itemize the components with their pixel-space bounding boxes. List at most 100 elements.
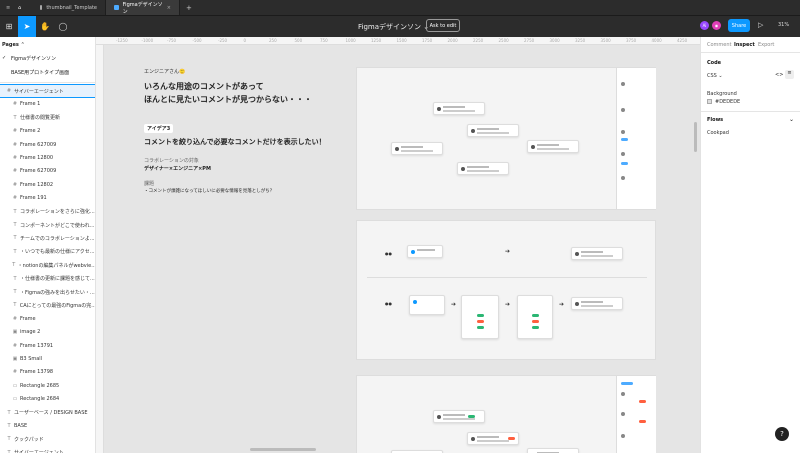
layer-item[interactable]: # Frame 12800 [0,152,95,164]
text-layer-icon: T [13,289,17,295]
tab-inspect[interactable]: Inspect [734,42,755,48]
move-tool-icon[interactable]: ➤ [18,15,36,38]
ruler-mark: 2750 [524,38,535,43]
canvas[interactable]: エンジニアさん🙂 いろんな用途のコメントがあって ほんとに見たいコメントが見つか… [104,45,700,453]
horizontal-scrollbar[interactable] [250,448,316,451]
close-icon[interactable]: × [167,5,171,11]
pages-heading[interactable]: Pages ⌃ [2,42,25,48]
frame-layer-icon: # [12,101,18,108]
layer-item[interactable]: T 仕様書の閲覧更新 [0,112,95,124]
layer-item[interactable]: T BASE [0,420,95,432]
layer-label: Frame 13791 [20,342,54,349]
comment-card[interactable] [457,162,509,175]
filter-step[interactable] [461,295,499,339]
ask-to-edit-button[interactable]: Ask to edit [426,19,460,32]
comment-card[interactable] [467,432,519,445]
list-view-icon[interactable]: ≡ [785,70,794,79]
layer-item[interactable]: ▣ image 2 [0,326,95,338]
ruler-mark: 2500 [498,38,509,43]
comment-card[interactable] [433,102,485,115]
tab-thumbnail-template[interactable]: thumbnail_Template [32,0,106,15]
comment-card[interactable] [571,297,623,310]
avatar[interactable]: Ai [700,21,709,30]
layer-item[interactable]: T コンポーネントがどこで使われ... [0,219,95,231]
tab-comment[interactable]: Comment [707,42,732,48]
shape-layer-icon: ▣ [12,356,18,362]
page-item-base-prototype[interactable]: BASE用プロトタイプ画面 [11,69,69,76]
ruler-mark: 3000 [549,38,560,43]
file-icon [114,5,119,10]
frame-layer-icon: # [12,369,18,376]
shape-layer-icon: ▭ [12,396,18,403]
layer-item[interactable]: # Frame 13798 [0,366,95,378]
comment-card[interactable] [391,142,443,155]
layer-item[interactable]: # Frame 627009 [0,165,95,177]
layer-item[interactable]: # Frame 191 [0,192,95,204]
layer-item[interactable]: T コラボレーションをさらに強化... [0,206,95,218]
ruler-mark: 3500 [600,38,611,43]
zoom-level[interactable]: 31% [778,22,789,28]
filter-step[interactable] [409,295,445,315]
text-layer-icon: T [13,222,17,228]
layer-item[interactable]: # Frame 12802 [0,179,95,191]
code-language-select[interactable]: CSS ⌄ [707,73,723,79]
layer-label: サイバーエージェント [14,449,64,453]
layer-label: Rectangle 2685 [20,382,60,389]
share-button[interactable]: Share [728,19,750,32]
layer-item[interactable]: ▭ Rectangle 2684 [0,393,95,405]
tab-export[interactable]: Export [758,42,774,48]
layer-item[interactable]: T CAにとっての最強のFigmaの完... [0,299,95,311]
layer-item[interactable]: # Frame 2 [0,125,95,137]
chevron-down-icon[interactable]: ⌄ [789,116,794,123]
home-icon[interactable]: ⌂ [12,0,32,15]
layer-item[interactable]: # Frame 13791 [0,340,95,352]
layers-panel: Pages ⌃ ✓ Figmaデザインソン BASE用プロトタイプ画面 # サイバ… [0,37,96,453]
filter-step[interactable] [517,295,553,339]
layer-label: チームでのコラボレーションよ... [20,235,95,242]
figma-menu-icon[interactable]: ≡ [0,0,12,15]
layer-item[interactable]: T チームでのコラボレーションよ... [0,232,95,244]
text-layer-icon: T [13,235,17,242]
avatar[interactable]: ◉ [712,21,721,30]
tab-figma-designathon[interactable]: Figmaデザインソン × [106,0,180,15]
comment-tool-icon[interactable]: ◯ [54,16,72,38]
layer-item[interactable]: T ・仕様書の更新に課題を感じて... [0,273,95,285]
layer-item[interactable]: # Frame 1 [0,98,95,110]
comment-frame-3[interactable] [356,375,656,453]
layer-item[interactable]: # サイバーエージェント [0,84,95,98]
comment-sidebar [616,376,656,453]
layer-item[interactable]: ▣ B3 Small [0,353,95,365]
frame-layer-icon: # [12,155,18,161]
background-value[interactable]: #DEDEDE [715,99,740,105]
vertical-scrollbar[interactable] [694,122,697,152]
main-menu-icon[interactable]: ⊞ [0,16,18,38]
file-title[interactable]: Figmaデザインソン ⌄ [358,22,429,32]
comment-frame-1[interactable] [356,67,656,210]
comment-card[interactable] [571,247,623,260]
comment-card[interactable] [467,124,519,137]
comment-card[interactable] [527,140,579,153]
layer-item[interactable]: T ・Figmaの強みを出らせたい・... [0,286,95,298]
layer-item[interactable]: ▭ Rectangle 2685 [0,380,95,392]
layer-item[interactable]: T クックパッド [0,433,95,445]
flow-item-cookpad[interactable]: Cookpad [707,130,729,136]
layer-item[interactable]: T ・notionの編集パネルがwebvie... [0,259,95,271]
filter-flow-frame[interactable]: ➔ ●● ●● ➔ ➔ ➔ [356,220,656,360]
layer-label: Frame 627009 [20,168,57,175]
comment-card[interactable] [407,245,443,258]
layer-item[interactable]: Tサイバーエージェント [0,447,95,453]
new-tab-button[interactable]: + [180,0,198,15]
layer-item[interactable]: T ・いつでも最新の仕様にアクセ... [0,246,95,258]
layer-item[interactable]: # Frame 627009 [0,139,95,151]
idea-tag: アイデア3 [144,124,174,133]
present-icon[interactable]: ▷ [758,21,763,29]
comment-card[interactable] [527,448,579,453]
layer-label: コラボレーションをさらに強化... [20,209,95,216]
code-view-icon[interactable]: <> [775,72,783,78]
hand-tool-icon[interactable]: ✋ [36,16,54,38]
page-item-designathon[interactable]: Figmaデザインソン [11,55,56,62]
comment-card[interactable] [433,410,485,423]
layer-item[interactable]: # Frame [0,313,95,325]
help-button[interactable]: ? [775,427,789,441]
layer-item[interactable]: T ユーザーベース / DESIGN BASE [0,407,95,419]
